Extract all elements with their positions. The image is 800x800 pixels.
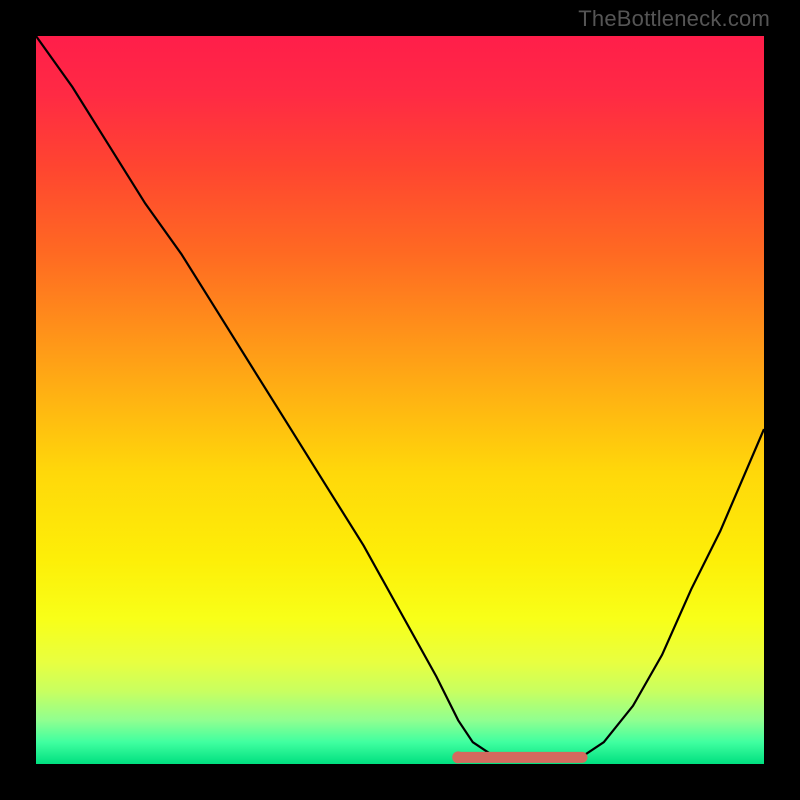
chart-frame	[36, 36, 764, 764]
chart-main-curve	[36, 36, 764, 760]
watermark-text: TheBottleneck.com	[578, 6, 770, 32]
chart-highlight-start-dot	[452, 751, 464, 763]
chart-svg	[36, 36, 764, 764]
